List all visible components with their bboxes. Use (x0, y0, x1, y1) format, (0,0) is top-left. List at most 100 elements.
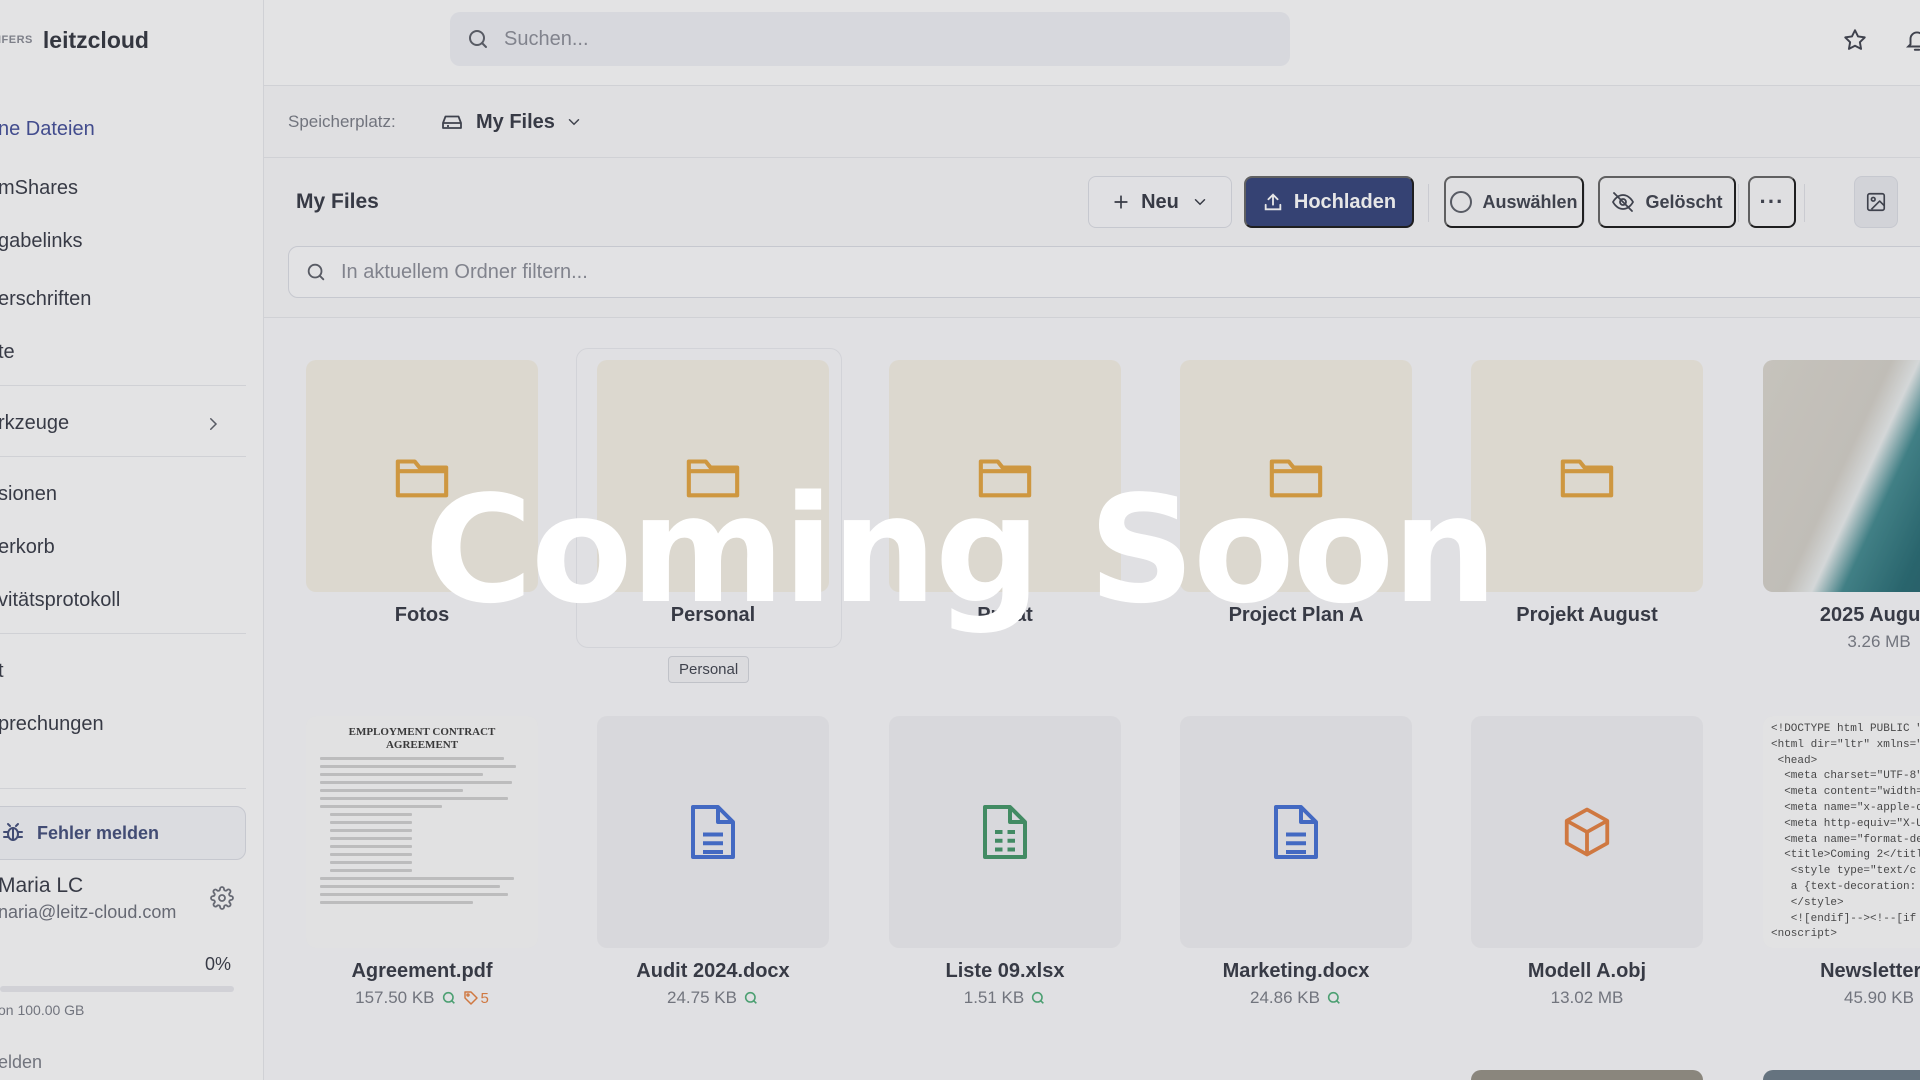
file-name[interactable]: Privat (875, 604, 1135, 627)
folder-filter-input[interactable] (341, 260, 1841, 284)
file-name[interactable]: Modell A.obj (1457, 960, 1717, 983)
code-line: <![endif]--><!--[if (1771, 912, 1917, 925)
storage-label: Speicherplatz: (288, 112, 396, 131)
file-name[interactable]: Personal (583, 604, 843, 627)
sidebar-item-versions[interactable]: sionen (0, 483, 57, 506)
sidebar-divider (0, 788, 246, 789)
file-name[interactable]: Project Plan A (1166, 604, 1426, 627)
sidebar-item-meetings[interactable]: prechungen (0, 713, 104, 736)
bell-icon[interactable] (1904, 27, 1920, 53)
folder-filter[interactable] (288, 246, 1920, 298)
top-bar (264, 0, 1920, 86)
folder-tile-project-plan-a[interactable] (1180, 360, 1412, 592)
sidebar-divider (0, 456, 246, 457)
file-name[interactable]: Fotos (292, 604, 552, 627)
code-line: <meta name="x-apple-d (1771, 801, 1920, 814)
file-tile-modell-a[interactable] (1471, 716, 1703, 948)
select-button[interactable]: Auswählen (1444, 176, 1584, 228)
sidebar-item-activity-log[interactable]: vitätsprotokoll (0, 589, 120, 612)
more-options-label: ··· (1759, 189, 1785, 214)
storage-quota-text: on 100.00 GB (0, 1002, 85, 1018)
chevron-down-icon (1194, 199, 1206, 206)
storage-location-select[interactable]: My Files (440, 106, 583, 138)
partial-tile[interactable] (1763, 1070, 1920, 1080)
file-tile-agreement[interactable]: EMPLOYMENT CONTRACT AGREEMENT (306, 716, 538, 948)
report-bug-button[interactable]: Fehler melden (0, 806, 246, 860)
image-tile-2025-august[interactable] (1763, 360, 1920, 592)
file-meta: 24.86 KB (1166, 988, 1426, 1008)
file-tile-audit-2024[interactable] (597, 716, 829, 948)
folder-tile-projekt-august[interactable] (1471, 360, 1703, 592)
code-line: <noscript> (1771, 928, 1838, 941)
sidebar-item-label: t (0, 660, 4, 683)
file-name[interactable]: Audit 2024.docx (583, 960, 843, 983)
logout-link[interactable]: elden (0, 1052, 42, 1073)
file-name[interactable]: Projekt August (1457, 604, 1717, 627)
brand[interactable]: IFERS leitzcloud (0, 22, 149, 58)
report-bug-label: Fehler melden (37, 822, 160, 843)
file-name[interactable]: Liste 09.xlsx (875, 960, 1135, 983)
sidebar-item-chat[interactable]: t (0, 660, 4, 683)
star-icon[interactable] (1842, 27, 1868, 53)
toolbar-separator (1738, 184, 1739, 222)
view-toggle-button[interactable] (1854, 176, 1898, 228)
code-line: a {text-decoration: (1771, 880, 1917, 893)
eye-off-icon (1612, 192, 1635, 212)
user-email: naria@leitz-cloud.com (0, 902, 177, 922)
sidebar-item-share-links[interactable]: gabelinks (0, 230, 83, 253)
folder-tile-fotos[interactable] (306, 360, 538, 592)
folder-tile-privat[interactable] (889, 360, 1121, 592)
show-deleted-button[interactable]: Gelöscht (1598, 176, 1736, 228)
sidebar-item-signatures[interactable]: erschriften (0, 288, 91, 311)
file-tile-marketing[interactable] (1180, 716, 1412, 948)
code-line: <meta http-equiv="X-U (1771, 817, 1920, 830)
drive-icon (442, 115, 462, 129)
file-name[interactable]: Agreement.pdf (292, 960, 552, 983)
search-indexed-icon (442, 991, 455, 1004)
file-meta: 45.90 KB (1749, 988, 1920, 1008)
file-size: 24.86 KB (1250, 988, 1320, 1007)
file-name[interactable]: Newsletter.h (1749, 960, 1920, 983)
file-grid: Fotos Personal Personal Privat Project P… (264, 318, 1920, 1080)
code-line: <title>Coming 2</titl (1771, 849, 1920, 862)
show-deleted-label: Gelöscht (1645, 191, 1723, 212)
file-size: 45.90 KB (1844, 988, 1914, 1007)
circle-checkbox-icon (1450, 191, 1473, 213)
file-tile-newsletter[interactable]: <!DOCTYPE html PUBLIC "- <html dir="ltr" … (1763, 716, 1920, 948)
gear-icon[interactable] (210, 886, 234, 910)
code-line: </style> (1771, 896, 1844, 909)
search-indexed-icon (744, 991, 757, 1004)
more-options-button[interactable]: ··· (1748, 176, 1796, 228)
file-meta: 24.75 KB (583, 988, 843, 1008)
sidebar-item-trash[interactable]: erkorb (0, 536, 55, 559)
image-view-icon (1866, 192, 1886, 212)
sidebar-item-label: vitätsprotokoll (0, 589, 121, 611)
sidebar-item-tools[interactable]: rkzeuge (0, 412, 238, 435)
user-name: Maria LC (0, 874, 84, 897)
new-button[interactable]: Neu (1088, 176, 1232, 228)
sidebar-item-notes[interactable]: te (0, 341, 15, 364)
sidebar-item-label: erkorb (0, 536, 55, 558)
sidebar-item-label: rkzeuge (0, 412, 70, 434)
file-name[interactable]: Marketing.docx (1166, 960, 1426, 983)
file-tile-liste-09[interactable] (889, 716, 1121, 948)
code-line: <head> (1771, 754, 1818, 767)
search-input[interactable] (504, 27, 1264, 51)
bug-icon (3, 823, 23, 841)
partial-tile[interactable] (1471, 1070, 1703, 1080)
upload-button[interactable]: Hochladen (1244, 176, 1414, 228)
file-meta: 3.26 MB (1749, 632, 1920, 652)
sidebar-item-teamshares[interactable]: mShares (0, 177, 78, 200)
search-icon (307, 263, 325, 281)
folder-tile-personal[interactable] (597, 360, 829, 592)
tag-count: 5 (480, 989, 489, 1007)
brand-name: leitzcloud (42, 26, 149, 53)
new-button-label: Neu (1141, 190, 1179, 213)
folder-title: My Files (296, 190, 379, 213)
file-meta: 157.50 KB 5 (292, 988, 552, 1008)
file-name[interactable]: 2025 August (1749, 604, 1920, 627)
sidebar: IFERS leitzcloud ne Dateien mShares gabe… (0, 0, 264, 1080)
global-search[interactable] (450, 12, 1290, 66)
code-line: <!DOCTYPE html PUBLIC "- (1771, 723, 1920, 735)
sidebar-item-my-files[interactable]: ne Dateien (0, 118, 95, 141)
